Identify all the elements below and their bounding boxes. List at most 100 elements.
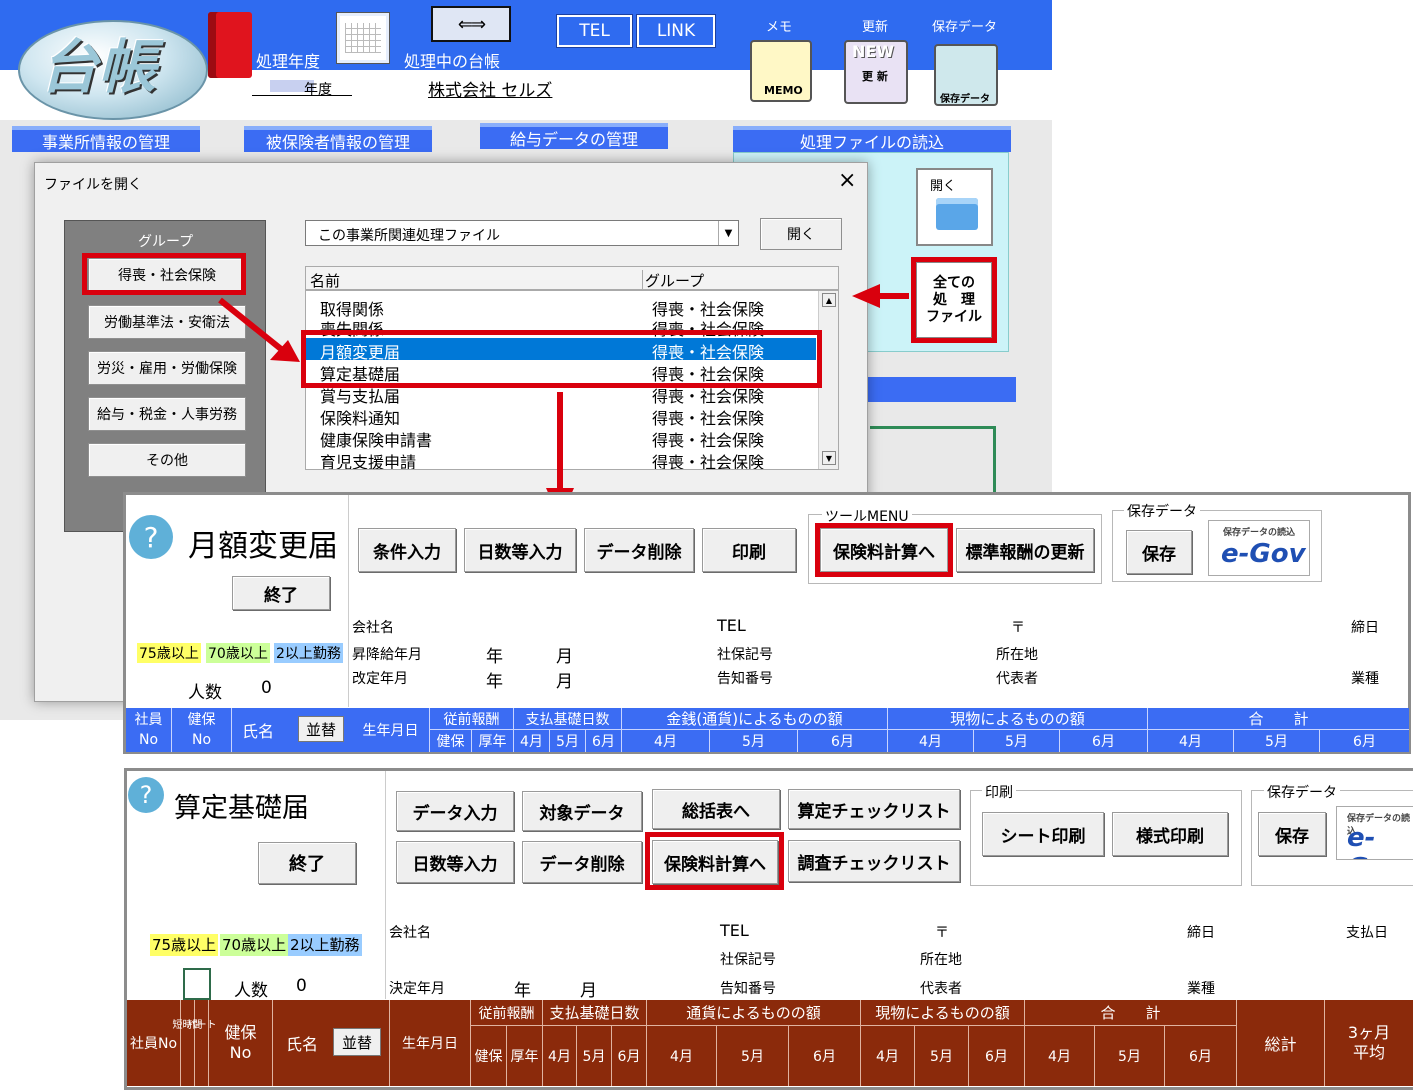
hdr-total: 合 計: [1148, 708, 1409, 730]
info-rev-mon: 月: [556, 672, 573, 692]
info-insurance-code: 社保記号: [717, 647, 773, 663]
hdr-total-m4: 4月: [1148, 730, 1234, 752]
arrow-all-files-head: [852, 284, 880, 308]
santei-checkbox[interactable]: [183, 968, 211, 1000]
santei-egov-logo-text: e-Gov: [1347, 823, 1403, 859]
hdr-kenpo: 健保: [471, 1026, 507, 1086]
santei-info-year: 年: [514, 981, 531, 1001]
egov-small-text: 保存データの読込: [1223, 528, 1296, 538]
hdr-total-m5: 5月: [1095, 1026, 1165, 1086]
info-raise-year: 年: [486, 647, 503, 667]
hdr-emp-no: 社員No: [126, 708, 172, 752]
end-button[interactable]: 終了: [232, 576, 330, 610]
info-representative: 代表者: [996, 671, 1038, 687]
premium-calc-button[interactable]: 保険料計算へ: [820, 528, 948, 572]
hdr-goods: 現物によるものの額: [888, 708, 1148, 730]
hdr-cash-m4: 4月: [622, 730, 710, 752]
survey-checklist-button[interactable]: 調査チェックリスト: [788, 840, 960, 882]
hdr-birth: 生年月日: [352, 708, 430, 752]
santei-premium-calc-button[interactable]: 保険料計算へ: [652, 840, 778, 884]
info-address: 所在地: [996, 647, 1038, 663]
santei-info-postal: 〒: [935, 925, 949, 941]
hdr-cash-m6: 6月: [789, 1026, 861, 1086]
hdr-days-m5: 5月: [577, 1026, 612, 1086]
legend-multi: 2以上勤務: [274, 643, 343, 663]
santei-info-decision-month: 決定年月: [389, 981, 445, 997]
hdr-name: 氏名: [285, 1035, 318, 1054]
santei-checklist-button[interactable]: 算定チェックリスト: [788, 789, 960, 829]
hdr-part: パート: [187, 1000, 217, 1086]
santei-end-button[interactable]: 終了: [258, 842, 356, 884]
save-button[interactable]: 保存: [1126, 530, 1192, 574]
hdr-days-m6: 6月: [612, 1026, 647, 1086]
santei-page-title: 算定基礎届: [174, 793, 309, 824]
hdr-days-m4: 4月: [514, 730, 550, 752]
hdr-total-m5: 5月: [1234, 730, 1320, 752]
hdr-prev-pay: 従前報酬: [471, 1000, 543, 1026]
hdr-total-m6: 6月: [1165, 1026, 1237, 1086]
condition-input-button[interactable]: 条件入力: [358, 528, 456, 572]
hdr-days-m5: 5月: [550, 730, 586, 752]
santei-sort-button[interactable]: 並替: [333, 1028, 381, 1056]
hdr-goods-m4: 4月: [888, 730, 974, 752]
vertical-divider: [348, 495, 349, 707]
santei-save-data-label: 保存データ: [1264, 782, 1340, 802]
help-icon[interactable]: ?: [129, 515, 173, 559]
info-company: 会社名: [352, 620, 394, 636]
santei-days-input-button[interactable]: 日数等入力: [396, 841, 514, 883]
santei-info-industry: 業種: [1187, 981, 1215, 997]
santei-legend-70: 70歳以上: [220, 934, 289, 956]
hdr-cash: 通貨によるものの額: [647, 1000, 861, 1026]
santei-legend-multi: 2以上勤務: [288, 934, 362, 956]
santei-table-header: 社員No 短時間 パート 健保 No 氏名 並替 生年月日 従前報酬 健保 厚年 …: [127, 1000, 1413, 1086]
hdr-cash-m5: 5月: [710, 730, 798, 752]
info-raise-mon: 月: [556, 647, 573, 667]
standard-pay-update-button[interactable]: 標準報酬の更新: [956, 528, 1094, 572]
summary-sheet-button[interactable]: 総括表へ: [652, 789, 780, 829]
info-revision-month: 改定年月: [352, 671, 408, 687]
delete-data-button[interactable]: データ削除: [584, 528, 694, 572]
hdr-goods-m5: 5月: [974, 730, 1060, 752]
hdr-pay-days: 支払基礎日数: [514, 708, 622, 730]
hdr-kounen: 厚年: [507, 1026, 543, 1086]
hdr-cash-m5: 5月: [717, 1026, 789, 1086]
info-tel: TEL: [717, 616, 746, 635]
santei-info-company: 会社名: [389, 925, 431, 941]
hdr-pay-days: 支払基礎日数: [543, 1000, 647, 1026]
info-rev-year: 年: [486, 672, 503, 692]
print-button[interactable]: 印刷: [702, 528, 796, 572]
tool-menu-label: ツールMENU: [822, 506, 912, 526]
egov-button[interactable]: 保存データの読込 e-Gov: [1208, 520, 1310, 576]
count-label: 人数: [188, 683, 222, 703]
hdr-short-time: 短時間: [173, 1000, 203, 1086]
hdr-birth: 生年月日: [389, 1000, 471, 1086]
info-raise-month: 昇降給年月: [352, 647, 422, 663]
form-print-button[interactable]: 様式印刷: [1112, 812, 1228, 856]
santei-vertical-divider: [385, 771, 386, 999]
target-data-button[interactable]: 対象データ: [522, 791, 642, 831]
hdr-total-m6: 6月: [1353, 734, 1376, 750]
getsugaku-table-header: 社員 No 健保 No 氏名 並替 生年月日 従前報酬 健保 厚年 支払基礎日数 4…: [126, 708, 1409, 752]
hdr-goods-m6: 6月: [969, 1026, 1025, 1086]
hdr-cash: 金銭(通貨)によるものの額: [622, 708, 888, 730]
hdr-kenpo: 健保: [430, 730, 472, 752]
santei-delete-data-button[interactable]: データ削除: [522, 841, 642, 883]
hdr-name: 氏名: [241, 722, 274, 741]
sort-button[interactable]: 並替: [298, 716, 344, 742]
santei-egov-button[interactable]: 保存データの読込 e-Gov: [1336, 806, 1413, 860]
sheet-print-button[interactable]: シート印刷: [982, 812, 1104, 856]
info-notice-no: 告知番号: [717, 671, 773, 687]
legend-75: 75歳以上: [137, 643, 201, 663]
days-input-button[interactable]: 日数等入力: [464, 528, 576, 572]
page-title: 月額変更届: [188, 529, 338, 564]
data-input-button[interactable]: データ入力: [396, 791, 514, 831]
hdr-emp-no: 社員No: [127, 1000, 181, 1086]
santei-info-cutoff: 締日: [1187, 925, 1215, 941]
hdr-kenpo-no: 健保 No: [209, 1000, 273, 1086]
hdr-prev-pay: 従前報酬: [430, 708, 514, 730]
santei-save-button[interactable]: 保存: [1258, 812, 1326, 856]
hdr-cash-m6: 6月: [798, 730, 888, 752]
info-industry: 業種: [1351, 671, 1379, 687]
info-cutoff: 締日: [1351, 620, 1379, 636]
santei-help-icon[interactable]: ?: [128, 777, 164, 813]
